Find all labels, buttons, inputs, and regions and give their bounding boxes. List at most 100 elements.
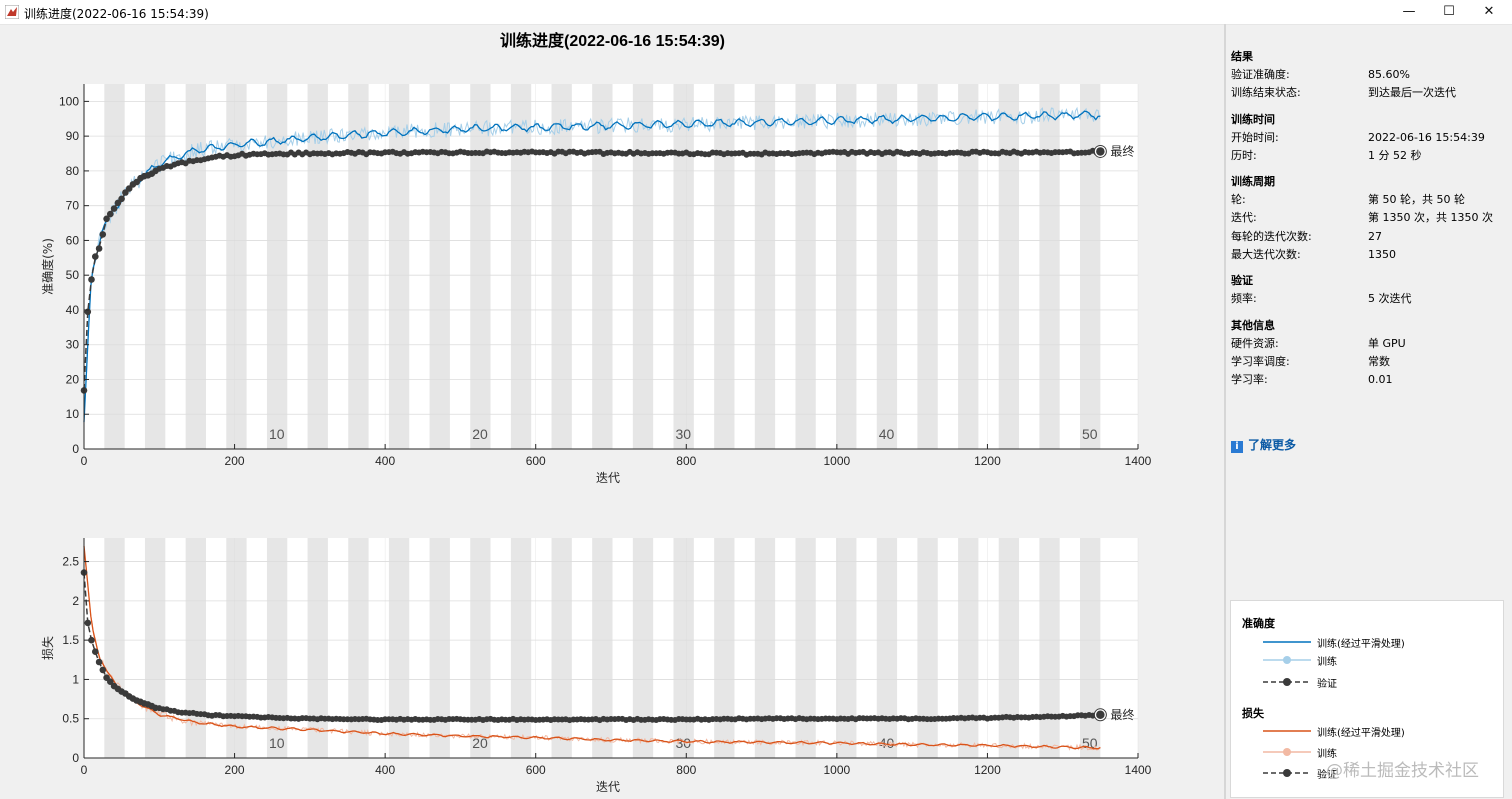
loss-y-tick-label: 1.5 xyxy=(62,633,79,647)
acc-x-tick-label: 1400 xyxy=(1125,454,1152,468)
acc-epoch-band xyxy=(714,84,735,449)
loss-epoch-band xyxy=(388,538,410,758)
results-heading: 结果 xyxy=(1231,50,1253,63)
loss-epoch-band xyxy=(1080,538,1101,758)
acc-epoch-band xyxy=(429,84,450,449)
lr-schedule-row: 学习率调度: 常数 xyxy=(1231,353,1506,371)
acc-epoch-band xyxy=(470,84,491,449)
acc-x-tick-label: 800 xyxy=(676,454,696,468)
acc-epoch-band xyxy=(795,84,816,449)
max-iter-value: 1350 xyxy=(1368,248,1396,262)
loss-epoch-band xyxy=(348,538,369,758)
loss-epoch-band xyxy=(714,538,735,758)
legend-loss-title: 损失 xyxy=(1242,707,1264,720)
legend-acc-val-label: 验证 xyxy=(1317,679,1337,690)
loss-epoch-band xyxy=(998,538,1020,758)
acc-y-tick-label: 30 xyxy=(66,338,80,352)
loss-epoch-band xyxy=(632,538,654,758)
hardware-value: 单 GPU xyxy=(1368,336,1406,350)
loss-epoch-band xyxy=(551,538,572,758)
validation-heading: 验证 xyxy=(1231,274,1253,288)
legend-acc-train-swatch xyxy=(1263,656,1311,664)
loss-epoch-band xyxy=(673,538,694,758)
acc-y-tick-label: 20 xyxy=(66,372,80,386)
acc-y-tick-label: 50 xyxy=(66,268,80,282)
acc-y-tick-label: 70 xyxy=(66,199,80,213)
freq-value: 5 次迭代 xyxy=(1368,292,1412,306)
loss-epoch-band xyxy=(876,538,898,758)
val-acc-value: 85.60% xyxy=(1368,68,1410,81)
lr-schedule-label: 学习率调度: xyxy=(1231,354,1290,368)
acc-val-point xyxy=(88,276,95,283)
loss-epoch-band xyxy=(795,538,816,758)
close-button[interactable]: ✕ xyxy=(1466,0,1512,24)
learn-more-link[interactable]: i 了解更多 xyxy=(1231,436,1296,453)
legend-acc-smooth-label: 训练(经过平滑处理) xyxy=(1317,639,1405,650)
loss-final-label: 最终 xyxy=(1110,707,1134,722)
iteration-label: 迭代: xyxy=(1231,211,1257,225)
loss-val-point xyxy=(92,648,99,655)
iter-per-epoch-row: 每轮的迭代次数: 27 xyxy=(1231,228,1506,246)
acc-final-marker xyxy=(1094,145,1107,158)
legend-loss-smooth-swatch xyxy=(1263,730,1311,732)
epoch-label: 轮: xyxy=(1231,193,1246,207)
end-status-row: 训练结束状态: 到达最后一次迭代 xyxy=(1231,84,1506,102)
acc-epoch-label: 40 xyxy=(879,426,895,442)
elapsed-label: 历时: xyxy=(1231,148,1257,162)
freq-label: 频率: xyxy=(1231,292,1257,306)
acc-y-tick-label: 0 xyxy=(72,442,79,456)
iteration-value: 第 1350 次，共 1350 次 xyxy=(1368,211,1493,225)
acc-val-point xyxy=(107,210,114,218)
end-status-value: 到达最后一次迭代 xyxy=(1368,86,1456,100)
acc-epoch-band xyxy=(1080,84,1101,449)
elapsed-row: 历时: 1 分 52 秒 xyxy=(1231,147,1506,165)
loss-val-point xyxy=(84,619,92,627)
loss-val-point xyxy=(99,666,107,674)
loss-epoch-label: 10 xyxy=(269,735,285,751)
loss-x-axis-label: 迭代 xyxy=(596,780,620,794)
acc-epoch-band xyxy=(917,84,938,449)
acc-x-axis-label: 迭代 xyxy=(596,471,620,485)
acc-final-label: 最终 xyxy=(1110,143,1134,158)
loss-epoch-band xyxy=(429,538,450,758)
loss-x-tick-label: 1000 xyxy=(824,763,851,777)
hardware-label: 硬件资源: xyxy=(1231,336,1279,350)
acc-val-point xyxy=(118,195,125,203)
loss-y-tick-label: 2.5 xyxy=(62,555,79,569)
epoch-value: 第 50 轮，共 50 轮 xyxy=(1368,193,1465,207)
start-time-value: 2022-06-16 15:54:39 xyxy=(1368,130,1485,144)
loss-x-tick-label: 400 xyxy=(375,763,395,777)
panel-divider[interactable] xyxy=(1224,24,1226,799)
loss-x-tick-label: 200 xyxy=(225,763,245,777)
loss-x-tick-label: 0 xyxy=(81,763,88,777)
loss-x-tick-label: 1400 xyxy=(1125,763,1152,777)
loss-final-marker xyxy=(1094,709,1107,721)
lr-schedule-value: 常数 xyxy=(1368,354,1390,368)
acc-epoch-band xyxy=(836,84,857,449)
acc-x-tick-label: 600 xyxy=(526,454,546,468)
loss-x-tick-label: 1200 xyxy=(974,763,1001,777)
acc-x-tick-label: 1000 xyxy=(824,454,851,468)
acc-epoch-band xyxy=(632,84,654,449)
loss-epoch-band xyxy=(104,538,125,758)
loss-y-tick-label: 0 xyxy=(72,751,79,765)
epoch-row: 轮: 第 50 轮，共 50 轮 xyxy=(1231,191,1506,209)
acc-epoch-band xyxy=(673,84,694,449)
lr-row: 学习率: 0.01 xyxy=(1231,371,1506,389)
loss-chart: 10 20 30 40 50最终00.511.522.50 200 400 600 800 100… xyxy=(40,538,1152,794)
acc-epoch-label: 30 xyxy=(675,426,691,442)
acc-epoch-label: 20 xyxy=(472,426,488,442)
acc-y-tick-label: 100 xyxy=(59,94,79,108)
acc-epoch-label: 50 xyxy=(1082,426,1098,442)
acc-epoch-band xyxy=(592,84,613,449)
training-progress-charts: 10 20 30 40 50最终01020304050607080901000 200 40… xyxy=(40,84,1152,794)
acc-epoch-band xyxy=(754,84,776,449)
acc-epoch-band xyxy=(1039,84,1060,449)
end-status-label: 训练结束状态: xyxy=(1231,86,1301,100)
acc-epoch-band xyxy=(104,84,125,449)
max-iter-label: 最大迭代次数: xyxy=(1231,248,1301,262)
loss-x-tick-label: 600 xyxy=(526,763,546,777)
acc-y-axis-label: 准确度(%) xyxy=(40,238,55,295)
learn-more-label: 了解更多 xyxy=(1248,438,1297,452)
iter-per-epoch-value: 27 xyxy=(1368,229,1382,243)
